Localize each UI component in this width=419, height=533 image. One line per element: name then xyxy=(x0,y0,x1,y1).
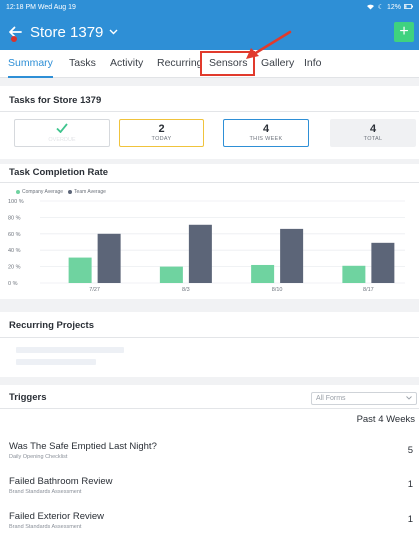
y-tick-label: 20 % xyxy=(8,265,21,271)
status-time: 12:18 PM Wed Aug 19 xyxy=(6,3,76,11)
trigger-subtitle: Brand Standards Assessment xyxy=(9,524,82,530)
forms-select[interactable]: All Forms xyxy=(311,392,417,405)
loading-placeholder xyxy=(16,359,96,365)
stat-today[interactable]: 2 TODAY xyxy=(119,119,204,147)
trigger-title[interactable]: Was The Safe Emptied Last Night? xyxy=(9,441,157,452)
recurring-card: Recurring Projects xyxy=(0,312,419,377)
tasks-title: Tasks for Store 1379 xyxy=(9,95,102,106)
trigger-count: 1 xyxy=(407,479,413,490)
forms-select-value: All Forms xyxy=(316,395,346,402)
bar-team xyxy=(371,242,395,283)
y-tick-label: 80 % xyxy=(8,215,21,221)
completion-chart: 0 % 20 % 40 % 60 % 80 % 100 % 7/27 8/3 8/10 8/17 xyxy=(8,199,405,293)
y-tick-label: 0 % xyxy=(8,281,18,287)
tab-tasks[interactable]: Tasks xyxy=(69,50,96,78)
annotation-arrow-icon xyxy=(246,30,292,59)
tab-summary[interactable]: Summary xyxy=(8,50,53,78)
bar-team xyxy=(188,224,212,283)
legend-dot-icon xyxy=(68,189,73,194)
moon-icon: ☾ xyxy=(377,4,384,11)
trigger-subtitle: Brand Standards Assessment xyxy=(9,489,82,495)
x-tick-label: 8/10 xyxy=(272,287,283,293)
trigger-title[interactable]: Failed Exterior Review xyxy=(9,511,104,522)
notification-dot xyxy=(11,36,17,42)
stat-value: 4 xyxy=(262,123,270,135)
stat-label: TODAY xyxy=(151,136,172,142)
stat-label: THIS WEEK xyxy=(249,136,283,142)
y-tick-label: 40 % xyxy=(8,248,21,254)
tab-activity[interactable]: Activity xyxy=(110,50,143,78)
x-tick-label: 7/27 xyxy=(89,287,100,293)
x-tick-label: 8/17 xyxy=(363,287,374,293)
stat-value: 2 xyxy=(158,123,165,135)
bar-company xyxy=(251,264,275,283)
battery-icon xyxy=(404,3,413,11)
checkmark-icon xyxy=(15,121,109,137)
trigger-title[interactable]: Failed Bathroom Review xyxy=(9,476,113,487)
stat-total[interactable]: 4 TOTAL xyxy=(330,119,416,147)
trigger-count: 1 xyxy=(407,514,413,525)
completion-title: Task Completion Rate xyxy=(9,167,109,178)
stat-label: OVERDUE xyxy=(48,137,76,143)
legend-dot-icon xyxy=(16,189,20,194)
trigger-subtitle: Daily Opening Checklist xyxy=(9,454,68,460)
tab-info[interactable]: Info xyxy=(304,50,322,78)
status-bar: 12:18 PM Wed Aug 19 ☾ 12% xyxy=(0,0,419,14)
add-button[interactable]: + xyxy=(394,22,414,42)
bar-company xyxy=(159,266,183,283)
chevron-down-icon xyxy=(406,395,412,402)
battery-level: 12% xyxy=(386,3,401,11)
recurring-title: Recurring Projects xyxy=(9,320,94,331)
chevron-down-icon[interactable] xyxy=(109,27,118,38)
period-label: Past 4 Weeks xyxy=(356,414,415,425)
bar-team xyxy=(97,233,121,283)
nav-bar: Store 1379 + xyxy=(0,14,419,50)
bar-company xyxy=(68,257,92,283)
triggers-title: Triggers xyxy=(9,392,47,403)
stat-overdue[interactable]: OVERDUE xyxy=(14,119,110,147)
x-tick-label: 8/3 xyxy=(182,287,190,293)
y-tick-label: 100 % xyxy=(8,199,24,205)
wifi-icon xyxy=(366,3,375,12)
stat-this-week[interactable]: 4 THIS WEEK xyxy=(223,119,309,147)
bar-company xyxy=(342,265,366,283)
tab-recurring[interactable]: Recurring xyxy=(157,50,203,78)
page-title[interactable]: Store 1379 xyxy=(30,24,103,41)
stat-value: 4 xyxy=(369,123,377,135)
trigger-count: 5 xyxy=(407,445,413,456)
bar-team xyxy=(280,228,304,283)
y-tick-label: 60 % xyxy=(8,232,21,238)
stat-label: TOTAL xyxy=(363,136,383,142)
loading-placeholder xyxy=(16,347,124,353)
